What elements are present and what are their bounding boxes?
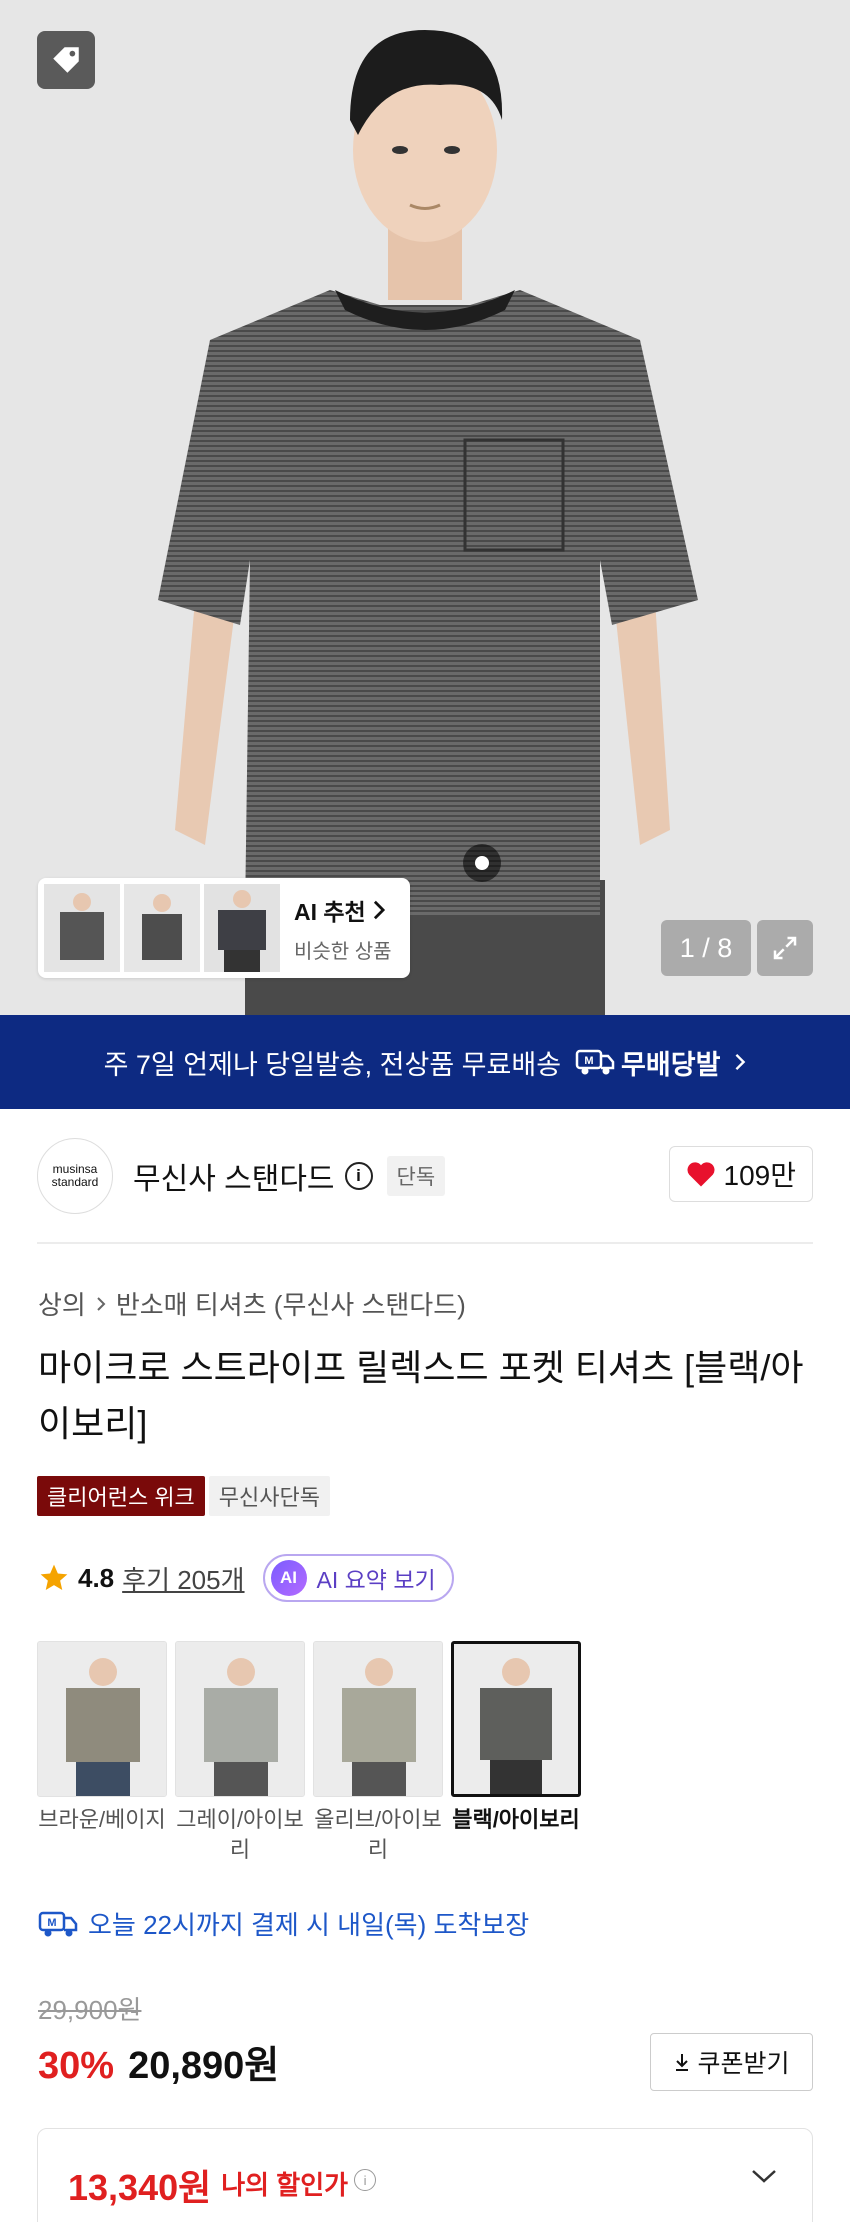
my-price-label: 나의 할인가 — [221, 2170, 349, 2200]
color-thumbnail — [313, 1641, 443, 1797]
color-thumbnail-selected — [451, 1641, 581, 1797]
sale-price: 20,890원 — [128, 2045, 280, 2087]
chevron-down-icon[interactable] — [750, 2167, 778, 2185]
rating-score: 4.8 — [78, 1562, 115, 1593]
free-delivery-badge: M 무배당발 — [575, 1043, 720, 1082]
price-tag-icon — [53, 47, 79, 73]
like-button[interactable]: 109만 — [668, 1146, 813, 1202]
product-model-photo — [0, 0, 850, 1015]
brand-logo-line2: standard — [51, 1175, 99, 1189]
coupon-button[interactable]: 쿠폰받기 — [650, 2033, 813, 2091]
image-indicator-dot[interactable] — [463, 844, 501, 882]
image-counter: 1 / 8 — [661, 920, 751, 976]
exclusive-chip: 단독 — [386, 1156, 446, 1196]
color-option-olive[interactable]: 올리브/아이보리 — [313, 1641, 443, 1865]
chevron-right-icon — [373, 900, 385, 919]
reviews-link[interactable]: 후기 205개 — [122, 1560, 244, 1597]
ai-recommend-panel[interactable]: AI 추천 비슷한 상품 — [38, 878, 410, 978]
my-price-panel[interactable]: 13,340원 나의 할인가 i — [37, 2128, 813, 2222]
color-label: 그레이/아이보리 — [176, 1807, 304, 1862]
coupon-label: 쿠폰받기 — [697, 2050, 790, 2078]
tag-button[interactable] — [37, 31, 95, 89]
like-count: 109만 — [723, 1160, 796, 1191]
color-options: 브라운/베이지 그레이/아이보리 올리브/아이보리 블랙/아이보리 — [37, 1641, 581, 1865]
breadcrumb: 상의 반소매 티셔츠 (무신사 스탠다드) — [38, 1285, 466, 1322]
color-option-black[interactable]: 블랙/아이보리 — [451, 1641, 581, 1865]
star-icon — [40, 1564, 68, 1590]
banner-text: 주 7일 언제나 당일발송, 전상품 무료배송 — [103, 1049, 562, 1080]
divider — [37, 1242, 813, 1244]
color-label: 브라운/베이지 — [38, 1807, 166, 1832]
my-price-amount: 13,340원 — [68, 2167, 212, 2208]
svg-text:M: M — [47, 1917, 56, 1929]
svg-text:M: M — [584, 1055, 593, 1067]
thumb-photo — [124, 884, 200, 972]
thumb-photo — [44, 884, 120, 972]
expand-icon — [773, 936, 797, 960]
badge-label: 무배당발 — [621, 1049, 721, 1080]
delivery-banner[interactable]: 주 7일 언제나 당일발송, 전상품 무료배송 M 무배당발 — [0, 1015, 850, 1109]
color-label: 올리브/아이보리 — [314, 1807, 442, 1862]
ai-thumb-1[interactable] — [44, 884, 120, 972]
ai-summary-label: AI 요약 보기 — [316, 1567, 436, 1593]
clearance-chip: 클리어런스 위크 — [37, 1476, 205, 1516]
color-thumbnail — [37, 1641, 167, 1797]
shirt-swatch — [66, 1688, 140, 1762]
breadcrumb-level2[interactable]: 반소매 티셔츠 (무신사 스탠다드) — [116, 1285, 466, 1322]
fullscreen-button[interactable] — [757, 920, 813, 976]
ai-recommend-subtitle: 비슷한 상품 — [294, 940, 392, 963]
brand-row[interactable]: musinsa standard 무신사 스탠다드 i 단독 109만 — [37, 1138, 813, 1214]
color-photo — [38, 1642, 166, 1796]
color-photo — [176, 1642, 304, 1796]
delivery-truck-icon: M — [575, 1049, 615, 1075]
color-option-brown[interactable]: 브라운/베이지 — [37, 1641, 167, 1865]
discount-rate: 30% — [38, 2045, 115, 2087]
chevron-right-icon — [97, 1296, 106, 1311]
color-photo — [454, 1644, 578, 1794]
color-label: 블랙/아이보리 — [452, 1807, 580, 1832]
original-price: 29,900원 — [38, 1995, 142, 2025]
chevron-right-icon — [735, 1053, 746, 1071]
brand-logo[interactable]: musinsa standard — [37, 1138, 113, 1214]
download-icon — [676, 2054, 689, 2071]
delivery-truck-icon: M — [38, 1911, 78, 1936]
info-icon[interactable]: i — [354, 2169, 377, 2191]
product-title: 마이크로 스트라이프 릴렉스드 포켓 티셔츠 [블랙/아이보리] — [38, 1347, 804, 1444]
product-chips: 클리어런스 위크 무신사단독 — [37, 1476, 330, 1516]
ai-recommend-title: AI 추천 — [294, 898, 366, 925]
ai-summary-button[interactable]: AI AI 요약 보기 — [262, 1554, 454, 1602]
color-option-gray[interactable]: 그레이/아이보리 — [175, 1641, 305, 1865]
breadcrumb-level1[interactable]: 상의 — [38, 1285, 86, 1322]
rating-row: 4.8 후기 205개 AI AI 요약 보기 — [38, 1553, 454, 1603]
ai-badge-icon: AI — [270, 1560, 307, 1596]
delivery-text: 오늘 22시까지 결제 시 내일(목) 도착보장 — [88, 1910, 530, 1940]
ai-thumb-2[interactable] — [124, 884, 200, 972]
delivery-guarantee: M 오늘 22시까지 결제 시 내일(목) 도착보장 — [38, 1905, 529, 1942]
exclusive-tag-chip: 무신사단독 — [208, 1476, 330, 1516]
info-icon[interactable]: i — [344, 1162, 373, 1190]
brand-name[interactable]: 무신사 스탠다드 — [133, 1154, 335, 1198]
color-photo — [314, 1642, 442, 1796]
heart-icon — [687, 1162, 715, 1187]
price-row: 30% 20,890원 — [38, 2034, 279, 2089]
product-image-carousel[interactable]: AI 추천 비슷한 상품 1 / 8 — [0, 0, 850, 1015]
ai-thumb-3[interactable] — [204, 884, 280, 972]
color-thumbnail — [175, 1641, 305, 1797]
thumb-photo — [204, 884, 280, 972]
